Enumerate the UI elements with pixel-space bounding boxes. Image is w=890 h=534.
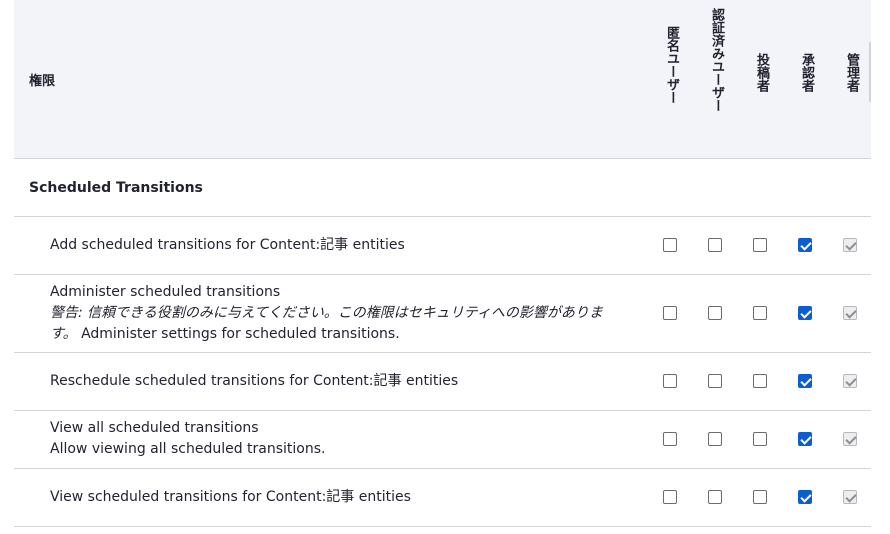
permission-group-row: Scheduled Transitions	[14, 159, 871, 217]
checkbox-approver[interactable]	[798, 306, 812, 320]
column-divider	[869, 42, 871, 102]
role-header-anonymous: 匿名ユーザー	[664, 26, 679, 104]
permission-row: Administer scheduled transitions 警告: 信頼で…	[14, 275, 871, 353]
checkbox-approver[interactable]	[798, 374, 812, 388]
role-header-admin: 管理者	[844, 53, 859, 92]
checkbox-authenticated[interactable]	[708, 374, 722, 388]
role-header-approver: 承認者	[799, 53, 814, 92]
permission-description-line: す。 Administer settings for scheduled tra…	[50, 324, 630, 345]
checkbox-approver[interactable]	[798, 432, 812, 446]
checkbox-admin	[843, 306, 857, 320]
permission-text: Administer scheduled transitions 警告: 信頼で…	[50, 282, 630, 345]
checkbox-anonymous[interactable]	[663, 490, 677, 504]
checkbox-admin	[843, 374, 857, 388]
permission-name: View scheduled transitions for Content:記…	[50, 489, 411, 505]
checkbox-author[interactable]	[753, 374, 767, 388]
permission-row: Reschedule scheduled transitions for Con…	[14, 353, 871, 411]
checkbox-author[interactable]	[753, 238, 767, 252]
permission-name: Add scheduled transitions for Content:記事…	[50, 237, 405, 253]
checkbox-author[interactable]	[753, 306, 767, 320]
permission-row: View all scheduled transitions Allow vie…	[14, 411, 871, 469]
permission-text: View all scheduled transitions Allow vie…	[50, 418, 630, 460]
permission-name: Reschedule scheduled transitions for Con…	[50, 373, 459, 389]
checkbox-anonymous[interactable]	[663, 306, 677, 320]
checkbox-author[interactable]	[753, 432, 767, 446]
checkbox-authenticated[interactable]	[708, 306, 722, 320]
checkbox-admin	[843, 238, 857, 252]
role-header-author: 投稿者	[754, 53, 769, 92]
checkbox-approver[interactable]	[798, 238, 812, 252]
permission-name: View all scheduled transitions	[50, 420, 259, 436]
permission-warning-end: す。	[50, 326, 77, 342]
checkbox-admin	[843, 490, 857, 504]
table-header: 権限 匿名ユーザー 認証済みユーザー 投稿者 承認者 管理者	[14, 0, 871, 159]
checkbox-admin	[843, 432, 857, 446]
checkbox-anonymous[interactable]	[663, 432, 677, 446]
checkbox-anonymous[interactable]	[663, 238, 677, 252]
group-title: Scheduled Transitions	[29, 180, 203, 196]
permission-name: Administer scheduled transitions	[50, 284, 281, 300]
checkbox-approver[interactable]	[798, 490, 812, 504]
permission-description: Administer settings for scheduled transi…	[81, 326, 400, 342]
permissions-table: 権限 匿名ユーザー 認証済みユーザー 投稿者 承認者 管理者 Scheduled…	[14, 0, 871, 527]
permission-row: Add scheduled transitions for Content:記事…	[14, 217, 871, 275]
checkbox-authenticated[interactable]	[708, 432, 722, 446]
role-header-authenticated: 認証済みユーザー	[709, 8, 724, 112]
permission-row: View scheduled transitions for Content:記…	[14, 469, 871, 527]
checkbox-authenticated[interactable]	[708, 238, 722, 252]
permission-warning: 警告: 信頼できる役割のみに与えてください。この権限はセキュリティへの影響があり…	[50, 305, 603, 321]
permission-description: Allow viewing all scheduled transitions.	[50, 441, 326, 457]
checkbox-author[interactable]	[753, 490, 767, 504]
permission-column-header: 権限	[29, 74, 56, 89]
checkbox-anonymous[interactable]	[663, 374, 677, 388]
checkbox-authenticated[interactable]	[708, 490, 722, 504]
